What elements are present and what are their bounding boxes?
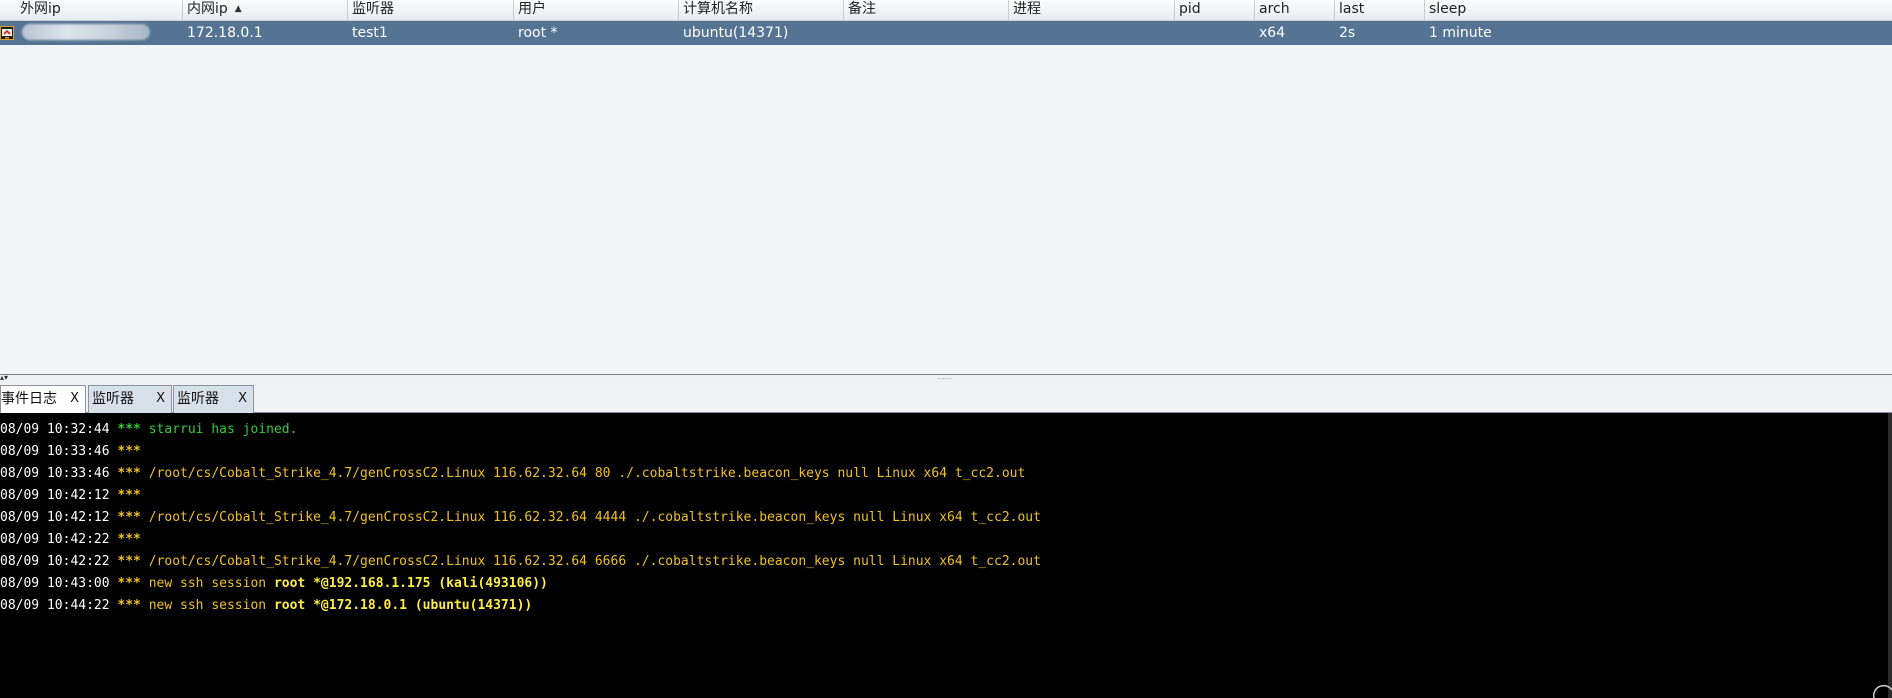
tab-listeners-1[interactable]: 监听器 X [88, 385, 172, 413]
log-separator: *** [117, 598, 141, 613]
tab-listeners-2[interactable]: 监听器 X [173, 385, 254, 413]
column-header-sleep[interactable]: sleep [1425, 0, 1892, 20]
log-line: 08/09 10:42:12 *** [0, 485, 149, 507]
tab-event-log[interactable]: 事件日志 X [0, 385, 86, 414]
column-label: 备注 [848, 1, 876, 17]
tab-close-icon[interactable]: X [70, 386, 79, 412]
cell-pid [1175, 21, 1255, 45]
column-header-computer[interactable]: 计算机名称 [679, 0, 844, 20]
teamserver-client-window: 外网ip 内网ip ▲ 监听器 用户 计算机名称 备注 进程 pid arch l… [0, 0, 1892, 698]
column-label: 监听器 [352, 1, 394, 17]
log-separator: *** [117, 422, 141, 437]
log-separator: *** [117, 444, 141, 459]
log-separator: *** [117, 532, 141, 547]
log-separator: *** [117, 466, 141, 481]
sessions-table[interactable]: 外网ip 内网ip ▲ 监听器 用户 计算机名称 备注 进程 pid arch l… [0, 0, 1892, 374]
linux-beacon-icon [0, 26, 14, 40]
column-header-internal-ip[interactable]: 内网ip ▲ [183, 0, 348, 20]
tab-label: 监听器 [177, 391, 219, 407]
sessions-table-header: 外网ip 内网ip ▲ 监听器 用户 计算机名称 备注 进程 pid arch l… [0, 0, 1892, 21]
cell-computer: ubuntu(14371) [683, 25, 789, 41]
column-header-pid[interactable]: pid [1175, 0, 1255, 20]
log-timestamp: 08/09 10:43:00 [0, 576, 110, 591]
log-separator: *** [117, 554, 141, 569]
log-line: 08/09 10:43:00 *** new ssh session root … [0, 573, 548, 595]
pane-splitter[interactable]: ▴▾ ⋯⋯ [0, 374, 1892, 383]
column-label: last [1339, 1, 1365, 17]
cell-note [844, 21, 1009, 45]
cell-listener: test1 [352, 25, 388, 41]
collapse-arrows-icon[interactable]: ▴▾ [0, 374, 8, 382]
cell-last: 2s [1339, 25, 1356, 41]
column-label: sleep [1429, 1, 1467, 17]
console-scrollbar[interactable] [1888, 413, 1892, 698]
corner-indicator-icon [1872, 684, 1892, 698]
redacted-external-ip [22, 24, 150, 40]
log-message: starrui has joined. [148, 422, 298, 437]
log-message-prefix: new ssh session [148, 576, 274, 591]
column-label: 内网ip [187, 1, 228, 17]
bottom-tab-bar: 事件日志 X 监听器 X 监听器 X [0, 382, 1892, 414]
log-line: 08/09 10:42:22 *** /root/cs/Cobalt_Strik… [0, 551, 1041, 573]
log-message: /root/cs/Cobalt_Strike_4.7/genCrossC2.Li… [148, 554, 1041, 569]
column-header-note[interactable]: 备注 [844, 0, 1009, 20]
log-timestamp: 08/09 10:42:22 [0, 532, 110, 547]
log-separator: *** [117, 576, 141, 591]
column-label: arch [1259, 1, 1290, 17]
tab-label: 监听器 [92, 391, 134, 407]
log-line: 08/09 10:44:22 *** new ssh session root … [0, 595, 532, 617]
log-timestamp: 08/09 10:33:46 [0, 444, 110, 459]
log-line: 08/09 10:32:44 *** starrui has joined. [0, 419, 297, 441]
log-separator: *** [117, 488, 141, 503]
cell-process [1009, 21, 1175, 45]
column-header-process[interactable]: 进程 [1009, 0, 1175, 20]
column-header-user[interactable]: 用户 [514, 0, 679, 20]
log-timestamp: 08/09 10:42:12 [0, 488, 110, 503]
log-timestamp: 08/09 10:32:44 [0, 422, 110, 437]
column-label: 计算机名称 [683, 1, 753, 17]
log-message: root *@172.18.0.1 (ubuntu(14371)) [273, 598, 533, 613]
event-log-console[interactable]: 08/09 10:32:44 *** starrui has joined. 0… [0, 413, 1892, 698]
column-label: 外网ip [20, 1, 61, 17]
table-row[interactable]: 172.18.0.1 test1 root * ubuntu(14371) x6… [0, 21, 1892, 45]
tab-close-icon[interactable]: X [238, 386, 247, 412]
log-message: /root/cs/Cobalt_Strike_4.7/genCrossC2.Li… [148, 510, 1041, 525]
log-line: 08/09 10:42:12 *** /root/cs/Cobalt_Strik… [0, 507, 1041, 529]
sort-ascending-icon: ▲ [234, 4, 242, 14]
log-separator: *** [117, 510, 141, 525]
tab-label: 事件日志 [1, 391, 57, 407]
column-header-listener[interactable]: 监听器 [348, 0, 514, 20]
cell-sleep: 1 minute [1429, 25, 1492, 41]
column-header-arch[interactable]: arch [1255, 0, 1335, 20]
column-header-external-ip[interactable]: 外网ip [16, 0, 183, 20]
log-message: /root/cs/Cobalt_Strike_4.7/genCrossC2.Li… [148, 466, 1026, 481]
cell-arch: x64 [1259, 25, 1286, 41]
log-message: root *@192.168.1.175 (kali(493106)) [273, 576, 548, 591]
log-line: 08/09 10:33:46 *** /root/cs/Cobalt_Strik… [0, 463, 1025, 485]
log-timestamp: 08/09 10:44:22 [0, 598, 110, 613]
column-header-last[interactable]: last [1335, 0, 1425, 20]
log-message-prefix: new ssh session [148, 598, 274, 613]
log-line: 08/09 10:42:22 *** [0, 529, 149, 551]
column-label: 用户 [518, 1, 546, 17]
tab-close-icon[interactable]: X [156, 386, 165, 412]
log-timestamp: 08/09 10:33:46 [0, 466, 110, 481]
log-timestamp: 08/09 10:42:22 [0, 554, 110, 569]
column-label: 进程 [1013, 1, 1041, 17]
column-label: pid [1179, 1, 1201, 17]
cell-user: root * [518, 25, 558, 41]
cell-internal-ip: 172.18.0.1 [187, 25, 263, 41]
log-line: 08/09 10:33:46 *** [0, 441, 149, 463]
log-timestamp: 08/09 10:42:12 [0, 510, 110, 525]
